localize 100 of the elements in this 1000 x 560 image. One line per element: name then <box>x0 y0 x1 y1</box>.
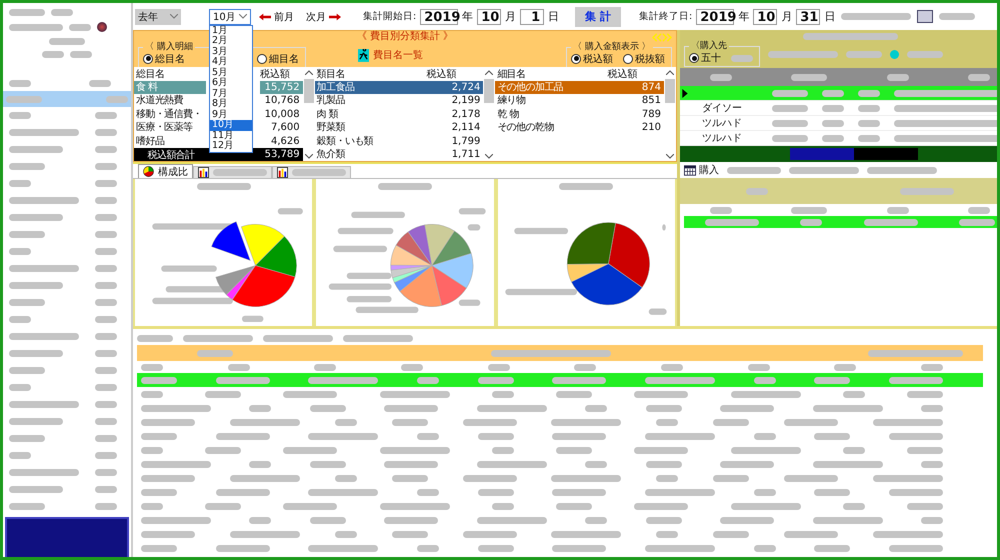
category-cell[interactable]: その他の乾物 <box>495 121 608 134</box>
category-cell[interactable]: 加工食品 <box>314 80 427 94</box>
category-list-link[interactable]: 費目名一覧 <box>358 48 423 62</box>
month-option[interactable]: 9月 <box>210 110 252 120</box>
category-cell[interactable]: 乳製品 <box>314 94 427 108</box>
category-cell[interactable]: 移動・通信費・ <box>134 108 206 121</box>
blurred-text <box>356 306 418 314</box>
scroll-thumb[interactable] <box>484 79 494 103</box>
scroll-thumb[interactable] <box>304 79 314 103</box>
year-field[interactable]: 2019 <box>696 8 734 24</box>
radio-button[interactable] <box>257 54 267 64</box>
amount-cell-text: 4,626 <box>270 134 301 148</box>
purchase-tab[interactable]: 購入 <box>684 163 719 177</box>
year-select[interactable]: 去年 <box>135 8 181 24</box>
window-icon[interactable] <box>917 10 933 23</box>
month-select[interactable]: 10月 <box>209 8 251 24</box>
blurred-text <box>649 308 667 315</box>
category-cell[interactable]: 肉 類 <box>314 108 427 121</box>
amount-cell-text: 1,711 <box>450 148 482 161</box>
blurred-text <box>662 224 666 231</box>
amount-cell: 874 <box>607 80 664 94</box>
category-cell[interactable]: 魚介類 <box>314 148 427 161</box>
category-cell[interactable]: 医療・医薬等 <box>134 121 206 134</box>
radio-button[interactable] <box>571 54 581 64</box>
blurred-text <box>351 212 405 218</box>
double-chevron-icon[interactable] <box>652 33 672 42</box>
month-option[interactable]: 4月 <box>210 57 252 68</box>
day-field[interactable]: 1 <box>520 8 544 24</box>
category-cell[interactable]: 水道光熱費 <box>134 94 206 108</box>
month-option[interactable]: 10月 <box>210 120 252 130</box>
blurred-text <box>137 334 173 342</box>
month-field[interactable]: 10 <box>753 8 778 24</box>
caret-icon <box>239 14 247 19</box>
category-cell[interactable]: 乾 物 <box>495 108 608 121</box>
column-header: 税込額 <box>607 68 638 81</box>
dot-icon[interactable] <box>890 50 899 59</box>
month-option[interactable]: 2月 <box>210 36 252 46</box>
next-month-button[interactable]: 次月 <box>302 10 345 24</box>
radio-option[interactable]: 税抜額 <box>623 52 665 66</box>
running-figure-icon <box>358 48 369 62</box>
radio-option[interactable]: 税込額 <box>571 52 613 66</box>
month-option[interactable]: 3月 <box>210 46 252 57</box>
year-field[interactable]: 2019 <box>420 8 458 24</box>
unit-label: 月 <box>505 9 516 24</box>
scroll-up-icon[interactable] <box>666 70 674 75</box>
previous-month-button[interactable]: 前月 <box>255 10 298 24</box>
pie-slice <box>210 221 250 261</box>
category-cell[interactable]: 練り物 <box>495 94 608 108</box>
purchase-row[interactable] <box>684 216 997 228</box>
row-pointer-icon <box>682 88 688 98</box>
total-amount: 53,789 <box>264 149 301 160</box>
month-option[interactable]: 5月 <box>210 68 252 78</box>
blurred-text <box>907 51 943 58</box>
blurred-text <box>328 283 392 290</box>
scroll-down-icon[interactable] <box>304 154 313 158</box>
radio-button[interactable] <box>143 54 153 64</box>
radio-option[interactable]: 五十 <box>689 51 721 65</box>
blurred-text <box>263 334 333 342</box>
vendor-row[interactable]: ツルハド <box>680 116 997 131</box>
aggregate-button[interactable]: 集 計 <box>575 6 622 26</box>
scroll-thumb[interactable] <box>665 79 675 103</box>
ball-icon[interactable] <box>97 22 107 32</box>
radio-button[interactable] <box>689 53 699 63</box>
blurred-text <box>846 51 882 58</box>
chart-tab[interactable] <box>272 166 351 178</box>
month-field[interactable]: 10 <box>477 8 502 24</box>
blurred-text <box>559 183 614 190</box>
radio-option[interactable]: 細目名 <box>257 52 299 66</box>
blurred-text <box>514 228 568 234</box>
blurred-text <box>89 80 111 86</box>
month-option[interactable]: 12月 <box>210 141 252 152</box>
chart-tab[interactable]: 構成比 <box>138 164 193 178</box>
month-option[interactable]: 11月 <box>210 130 252 141</box>
blurred-text <box>338 228 394 234</box>
amount-cell-text: 10,768 <box>264 94 301 108</box>
chart-tab[interactable] <box>193 166 272 178</box>
blurred-text <box>277 208 303 214</box>
month-option[interactable]: 1月 <box>210 26 252 36</box>
blurred-text <box>333 246 388 252</box>
category-cell[interactable]: 野菜類 <box>314 121 427 134</box>
column-header: 細目名 <box>496 68 527 81</box>
blurred-text <box>468 224 480 231</box>
scroll-up-icon[interactable] <box>485 70 494 75</box>
amount-cell-text: 10,008 <box>264 108 301 121</box>
category-cell[interactable]: その他の加工品 <box>495 80 608 94</box>
radio-button[interactable] <box>623 54 633 64</box>
scroll-down-icon[interactable] <box>666 154 674 158</box>
category-cell[interactable]: 穀類・いも類 <box>314 134 427 148</box>
radio-option[interactable]: 総目名 <box>143 52 185 66</box>
scroll-down-icon[interactable] <box>485 154 494 158</box>
scroll-up-icon[interactable] <box>304 70 313 75</box>
vendor-row[interactable]: ダイソー <box>680 101 997 116</box>
month-option[interactable]: 8月 <box>210 99 252 110</box>
blurred-text <box>789 166 859 174</box>
month-option[interactable]: 6月 <box>210 78 252 88</box>
day-field[interactable]: 31 <box>796 8 820 24</box>
panel-title: 《 費目別分類集計 》 <box>356 31 454 42</box>
month-option[interactable]: 7月 <box>210 88 252 99</box>
blurred-text <box>343 334 413 342</box>
category-cell[interactable]: 嗜好品 <box>134 134 206 148</box>
